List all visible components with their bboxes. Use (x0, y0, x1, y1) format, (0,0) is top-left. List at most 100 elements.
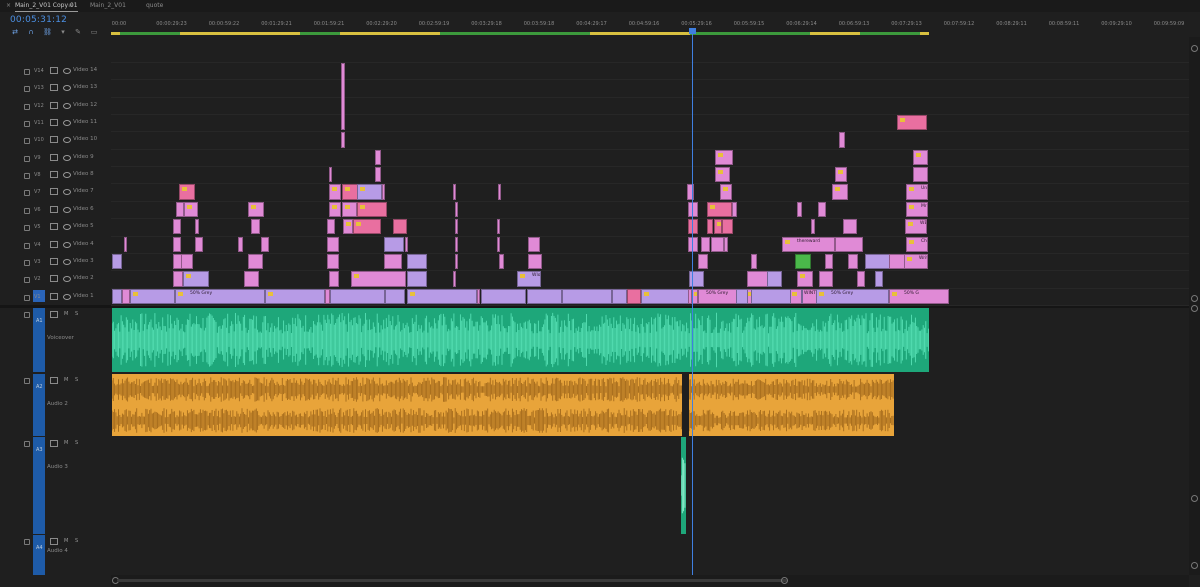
video-clip[interactable] (453, 271, 456, 287)
video-clip[interactable] (329, 201, 341, 218)
film-icon[interactable] (50, 84, 58, 92)
video-clip[interactable] (688, 236, 698, 252)
scroll-knob[interactable] (1191, 562, 1198, 569)
scroll-knob[interactable] (1191, 495, 1198, 502)
video-clip[interactable] (697, 288, 699, 304)
film-icon[interactable] (50, 119, 58, 127)
eye-icon[interactable] (63, 172, 71, 179)
timeline-tracks-area[interactable]: 50% Grey50% GreyWINTER'SWINTER'S50% Grey… (111, 37, 1189, 575)
film-icon[interactable] (50, 67, 58, 74)
film-icon[interactable] (50, 205, 58, 213)
video-clip[interactable] (627, 288, 641, 304)
video-clip[interactable] (715, 149, 733, 166)
solo-toggle[interactable]: S (75, 311, 78, 317)
video-clip[interactable] (342, 201, 357, 218)
eye-icon[interactable] (63, 206, 71, 213)
video-clip[interactable] (384, 253, 402, 270)
video-clip[interactable] (375, 149, 381, 166)
video-clip[interactable] (130, 288, 175, 304)
video-clip[interactable] (195, 219, 199, 235)
video-clip[interactable] (330, 288, 385, 304)
video-clip[interactable] (832, 184, 848, 200)
video-clip[interactable] (701, 236, 710, 252)
video-clip[interactable] (261, 236, 269, 252)
video-clip[interactable] (481, 288, 526, 304)
video-clip[interactable] (181, 253, 193, 270)
video-clip[interactable] (265, 288, 325, 304)
video-clip[interactable] (248, 253, 263, 270)
video-clip[interactable] (384, 236, 404, 252)
playhead-timecode[interactable]: 00:05:31:12 (10, 15, 67, 25)
eye-icon[interactable] (63, 120, 71, 127)
snap-icon[interactable]: ∩ (27, 28, 35, 36)
video-clip[interactable] (913, 167, 928, 183)
video-clip[interactable] (795, 253, 811, 270)
film-icon[interactable] (50, 275, 58, 283)
video-clip[interactable] (527, 288, 562, 304)
video-clip[interactable] (736, 288, 748, 304)
video-clip[interactable] (407, 253, 427, 270)
eye-icon[interactable] (63, 154, 71, 161)
close-tab-icon[interactable]: × (6, 1, 11, 11)
source-patch-a4[interactable] (33, 535, 45, 575)
film-icon[interactable] (50, 257, 58, 265)
lock-icon[interactable] (24, 539, 30, 545)
solo-toggle[interactable]: S (75, 440, 78, 446)
video-clip[interactable] (407, 271, 427, 287)
lock-icon[interactable] (24, 378, 30, 384)
playhead-handle[interactable] (689, 28, 696, 34)
audio-2-clip[interactable] (689, 374, 894, 436)
lock-icon[interactable] (24, 242, 30, 249)
lock-icon[interactable] (24, 207, 30, 214)
video-clip[interactable]: Wlo (517, 271, 541, 287)
video-clip[interactable]: Writte (904, 253, 928, 270)
video-clip[interactable] (342, 184, 358, 200)
video-clip[interactable] (562, 288, 612, 304)
video-clip[interactable] (875, 271, 883, 287)
video-clip[interactable] (818, 201, 826, 218)
video-clip[interactable] (720, 184, 732, 200)
video-clip[interactable] (707, 201, 732, 218)
mute-toggle[interactable]: M (64, 377, 68, 383)
lock-icon[interactable] (24, 190, 30, 197)
voiceover-audio-clip[interactable] (112, 308, 929, 372)
video-clip[interactable] (251, 219, 260, 235)
video-clip[interactable] (714, 219, 722, 235)
video-clip[interactable] (173, 271, 183, 287)
scroll-knob[interactable] (781, 577, 788, 584)
lock-icon[interactable] (24, 312, 30, 318)
video-clip[interactable] (375, 167, 381, 183)
video-clip[interactable]: 50% G (889, 288, 949, 304)
video-clip[interactable] (393, 219, 407, 235)
tab-quote[interactable]: quote (146, 1, 163, 11)
eye-icon[interactable] (63, 189, 71, 196)
video-clip[interactable] (382, 184, 385, 200)
video-clip[interactable]: Charl (906, 236, 928, 252)
film-icon[interactable] (50, 538, 58, 545)
video-clip[interactable] (751, 253, 757, 270)
film-icon[interactable] (50, 292, 58, 300)
video-clip[interactable]: WEl (905, 219, 927, 235)
video-clip[interactable] (357, 184, 382, 200)
video-clip[interactable] (698, 253, 708, 270)
caption-icon[interactable]: ▭ (90, 28, 98, 36)
video-clip[interactable] (797, 271, 813, 287)
video-clip[interactable] (248, 201, 264, 218)
scroll-thumb[interactable] (117, 579, 787, 582)
scroll-knob[interactable] (1191, 305, 1198, 312)
video-clip[interactable] (327, 219, 335, 235)
video-clip[interactable] (407, 288, 477, 304)
mute-toggle[interactable]: M (64, 538, 68, 544)
lock-icon[interactable] (24, 138, 30, 145)
video-clip[interactable] (722, 219, 733, 235)
lock-icon[interactable] (24, 155, 30, 162)
video-clip[interactable] (848, 253, 858, 270)
video-clip[interactable] (122, 288, 130, 304)
lock-icon[interactable] (24, 441, 30, 447)
video-clip[interactable] (353, 219, 381, 235)
video-clip[interactable] (707, 219, 713, 235)
video-clip[interactable] (343, 219, 353, 235)
lock-icon[interactable] (24, 69, 30, 75)
eye-icon[interactable] (63, 293, 71, 300)
video-clip[interactable] (751, 288, 791, 304)
